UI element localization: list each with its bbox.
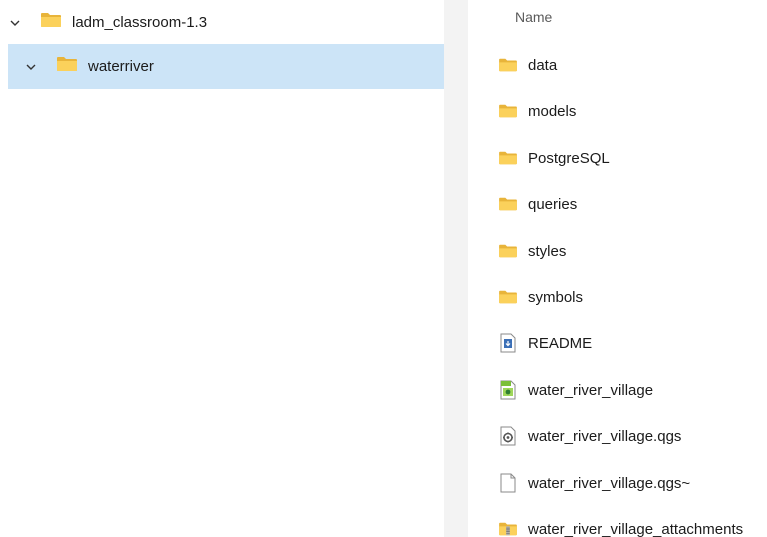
folder-icon [498,101,518,121]
folder-icon [498,241,518,261]
list-item-styles[interactable]: styles [498,233,767,269]
tree-item-label: ladm_classroom-1.3 [72,14,208,31]
file-name: styles [528,242,567,260]
pane-splitter[interactable] [444,0,468,537]
list-item-data[interactable]: data [498,47,767,83]
file-name: water_river_village.qgs [528,427,682,445]
tree-item-label: waterriver [88,58,154,75]
tree-item-ladm-classroom[interactable]: ladm_classroom-1.3 [8,0,444,45]
file-explorer: ladm_classroom-1.3 waterriver Name data … [0,0,767,537]
file-name: queries [528,195,578,213]
image-file-icon [498,380,518,400]
folder-icon [498,55,518,75]
list-item-water-river-village-qgs-backup[interactable]: water_river_village.qgs~ [498,465,767,501]
folder-icon [498,194,518,214]
list-item-water-river-village-attachments[interactable]: water_river_village_attachments [498,511,767,537]
list-item-queries[interactable]: queries [498,186,767,222]
file-name: water_river_village_attachments [528,520,744,537]
file-name: water_river_village [528,381,654,399]
readme-file-icon [498,333,518,353]
list-item-water-river-village-qgs[interactable]: water_river_village.qgs [498,418,767,454]
folder-icon [498,287,518,307]
zip-folder-icon [498,519,518,537]
tree-item-waterriver[interactable]: waterriver [8,44,444,89]
column-header-name[interactable]: Name [515,9,552,25]
folder-icon [56,55,78,78]
file-name: models [528,102,577,120]
file-name: PostgreSQL [528,149,610,167]
navigation-pane: ladm_classroom-1.3 waterriver [0,0,444,537]
list-item-water-river-village[interactable]: water_river_village [498,372,767,408]
blank-file-icon [498,473,518,493]
list-item-postgresql[interactable]: PostgreSQL [498,140,767,176]
file-list: Name data models PostgreSQL queries styl… [468,0,767,537]
folder-icon [40,11,62,34]
file-name: water_river_village.qgs~ [528,474,691,492]
list-item-symbols[interactable]: symbols [498,279,767,315]
settings-file-icon [498,426,518,446]
file-name: data [528,56,558,74]
list-item-models[interactable]: models [498,93,767,129]
chevron-down-icon[interactable] [24,60,38,74]
file-name: README [528,334,593,352]
chevron-down-icon[interactable] [8,16,22,30]
file-name: symbols [528,288,584,306]
folder-icon [498,148,518,168]
list-item-readme[interactable]: README [498,325,767,361]
